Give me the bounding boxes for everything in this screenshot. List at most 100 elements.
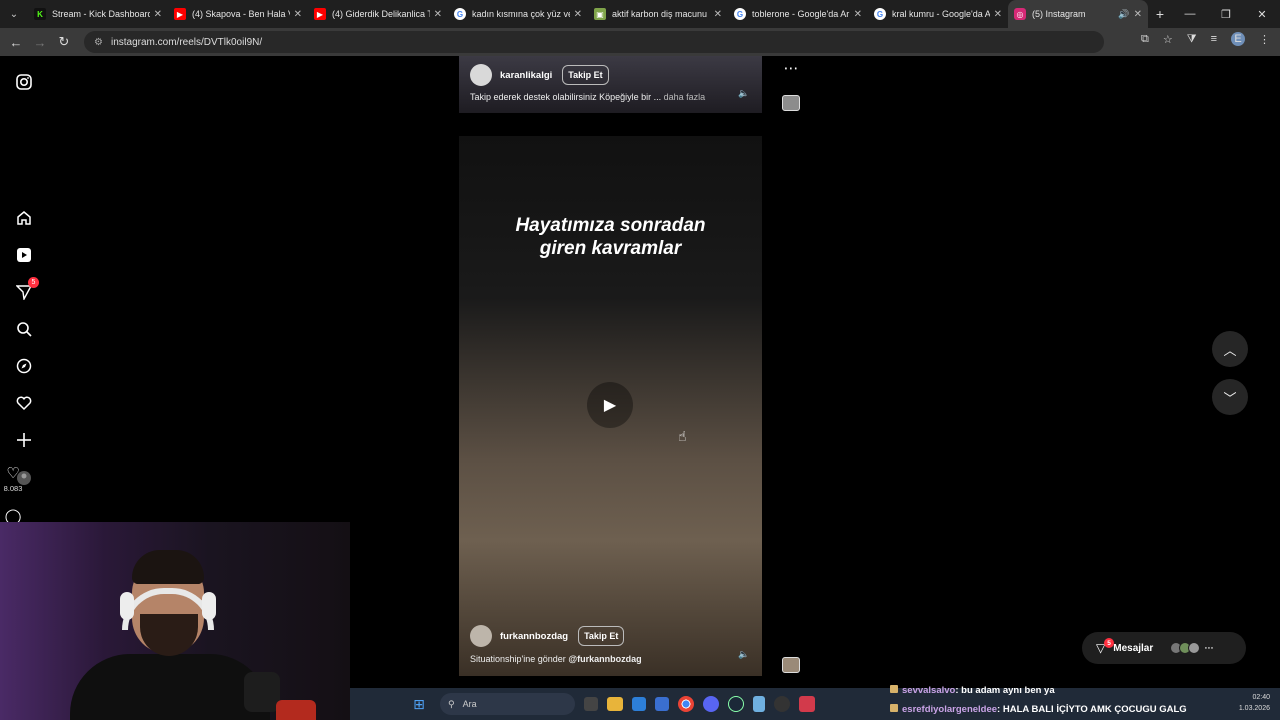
audio-icon[interactable]: 🔈 xyxy=(738,649,749,660)
tab-kick[interactable]: K Stream - Kick Dashboard ✕ xyxy=(28,0,168,28)
notification-badge: 5 xyxy=(28,277,39,288)
audio-icon[interactable]: 🔈 xyxy=(738,88,749,99)
shop-icon: ▣ xyxy=(594,8,606,20)
chrome-icon[interactable] xyxy=(678,696,694,712)
chat-text: : HALA BALI İÇİYTO AMK ÇOCUGU GALG xyxy=(997,704,1187,715)
reload-icon[interactable]: ↻ xyxy=(52,34,76,50)
tab-label: Stream - Kick Dashboard xyxy=(52,9,150,19)
close-icon[interactable]: ✕ xyxy=(294,9,302,20)
reel-caption[interactable]: Takip ederek destek olabilirsiniz Köpeği… xyxy=(470,92,705,102)
reel-author: furkannbozdag Takip Et xyxy=(470,625,625,647)
google-icon: G xyxy=(734,8,746,20)
like-button[interactable]: ♡ 8.083 xyxy=(0,466,26,494)
reel-previous[interactable]: karanlikalgi Takip Et Takip ederek deste… xyxy=(459,56,762,113)
speaker-icon[interactable]: 🔊 xyxy=(1118,9,1129,20)
chat-text: : bu adam aynı ben ya xyxy=(955,685,1055,696)
hand-cursor-icon: ☝ xyxy=(678,428,687,444)
overlay-line: Hayatımıza sonradan xyxy=(515,215,706,236)
file-explorer-icon[interactable] xyxy=(607,697,623,711)
chat-message: esrefdiyolargeneldee: HALA BALI İÇİYTO A… xyxy=(890,704,1210,715)
pocket-icon[interactable] xyxy=(799,696,815,712)
more-link[interactable]: daha fazla xyxy=(664,92,706,102)
reel-username[interactable]: karanlikalgi xyxy=(500,70,552,81)
messages-button[interactable]: ▽ 5 Mesajlar ⋯ xyxy=(1082,632,1246,664)
reel-caption[interactable]: Situationship'ine gönder @furkannbozdag xyxy=(470,654,642,664)
tab-youtube-skapova[interactable]: ▶ (4) Skapova - Ben Hala Va ✕ xyxy=(168,0,308,28)
play-button[interactable]: ▶ xyxy=(587,382,633,428)
back-icon[interactable]: ← xyxy=(4,35,28,50)
obs-icon[interactable] xyxy=(774,696,790,712)
caption-mention[interactable]: @furkannbozdag xyxy=(568,654,641,664)
new-tab-button[interactable]: + xyxy=(1148,6,1172,22)
avatar[interactable] xyxy=(470,625,492,647)
extensions-icon[interactable]: ⧩ xyxy=(1187,33,1197,46)
close-icon[interactable]: ✕ xyxy=(854,9,862,20)
bookmark-star-icon[interactable]: ☆ xyxy=(1163,33,1173,46)
app-icon[interactable] xyxy=(655,697,669,711)
direct-messages-icon[interactable]: 5 xyxy=(14,277,39,302)
reel-main[interactable]: Hayatımıza sonradan giren kavramlar ▶ fu… xyxy=(459,136,762,676)
steam-icon[interactable] xyxy=(728,696,744,712)
audio-thumbnail[interactable] xyxy=(782,95,800,111)
forward-icon[interactable]: → xyxy=(28,35,52,50)
previous-reel-button[interactable]: ︿ xyxy=(1212,331,1248,367)
tab-label: kral kumru - Google'da A xyxy=(892,9,990,19)
create-plus-icon[interactable] xyxy=(14,430,34,450)
instagram-icon: ◎ xyxy=(1014,8,1026,20)
tab-label: (4) Skapova - Ben Hala Va xyxy=(192,9,290,19)
drink-can xyxy=(276,700,316,720)
home-icon[interactable] xyxy=(14,208,34,228)
follow-button[interactable]: Takip Et xyxy=(578,626,625,646)
next-reel-button[interactable]: ﹀ xyxy=(1212,379,1248,415)
more-menu-icon[interactable]: ⋮ xyxy=(1259,33,1270,46)
explore-compass-icon[interactable] xyxy=(14,356,34,376)
tab-youtube-giderdik[interactable]: ▶ (4) Giderdik Delikanlica Te ✕ xyxy=(308,0,448,28)
close-icon[interactable]: ✕ xyxy=(1134,9,1142,20)
tab-google-kral-kumru[interactable]: G kral kumru - Google'da A ✕ xyxy=(868,0,1008,28)
reel-more-button[interactable]: ⋯ xyxy=(778,60,804,78)
close-icon[interactable]: ✕ xyxy=(574,9,582,20)
windows-start-icon[interactable]: ⊞ xyxy=(408,694,430,714)
avatar[interactable] xyxy=(470,64,492,86)
close-icon[interactable]: ✕ xyxy=(154,9,162,20)
tab-aktif-karbon[interactable]: ▣ aktif karbon diş macunu ✕ xyxy=(588,0,728,28)
notepad-icon[interactable] xyxy=(753,696,765,712)
audio-thumbnail[interactable] xyxy=(782,657,800,673)
reel-username[interactable]: furkannbozdag xyxy=(500,631,568,642)
minimize-icon[interactable]: — xyxy=(1172,0,1208,28)
follow-button[interactable]: Takip Et xyxy=(562,65,609,85)
reels-icon[interactable] xyxy=(14,245,34,265)
site-info-icon[interactable]: ⚙ xyxy=(94,37,103,48)
restore-icon[interactable]: ❐ xyxy=(1208,0,1244,28)
youtube-icon: ▶ xyxy=(314,8,326,20)
close-icon[interactable]: ✕ xyxy=(994,9,1002,20)
profile-avatar[interactable]: E xyxy=(1231,32,1245,46)
discord-icon[interactable] xyxy=(703,696,719,712)
taskbar-clock[interactable]: 02:40 1.03.2026 xyxy=(1239,692,1270,714)
overlay-line: giren kavramlar xyxy=(539,238,682,259)
close-window-icon[interactable]: ✕ xyxy=(1244,0,1280,28)
url-text: instagram.com/reels/DVTlk0oil9N/ xyxy=(110,36,263,48)
streamer-hair xyxy=(132,550,204,584)
tab-instagram[interactable]: ◎ (5) Instagram 🔊 ✕ xyxy=(1008,0,1148,28)
close-icon[interactable]: ✕ xyxy=(714,9,722,20)
like-count: 8.083 xyxy=(3,484,23,493)
browser-toolbar: ← → ↻ ⚙ instagram.com/reels/DVTlk0oil9N/… xyxy=(0,28,1280,56)
task-view-icon[interactable] xyxy=(584,697,598,711)
address-bar[interactable]: ⚙ instagram.com/reels/DVTlk0oil9N/ xyxy=(84,31,1104,53)
tab-google-kadin[interactable]: G kadın kısmına çok yüz ver ✕ xyxy=(448,0,588,28)
store-icon[interactable] xyxy=(632,697,646,711)
close-icon[interactable]: ✕ xyxy=(434,9,442,20)
taskbar-search[interactable]: ⚲ Ara xyxy=(440,693,575,715)
install-app-icon[interactable]: ⧉ xyxy=(1141,33,1149,46)
chat-username: esrefdiyolargeneldee xyxy=(902,704,998,715)
search-icon[interactable] xyxy=(14,319,34,339)
window-controls: — ❐ ✕ xyxy=(1172,0,1280,28)
media-controls-icon[interactable]: ≡ xyxy=(1211,33,1217,45)
instagram-logo-icon[interactable] xyxy=(14,72,34,92)
heart-icon[interactable] xyxy=(14,393,34,413)
tab-google-toblerone[interactable]: G toblerone - Google'da Ar ✕ xyxy=(728,0,868,28)
tab-label: aktif karbon diş macunu xyxy=(612,9,708,19)
tab-search-chevron-icon[interactable]: ⌄ xyxy=(0,0,28,28)
reel-author: karanlikalgi Takip Et xyxy=(470,64,609,86)
